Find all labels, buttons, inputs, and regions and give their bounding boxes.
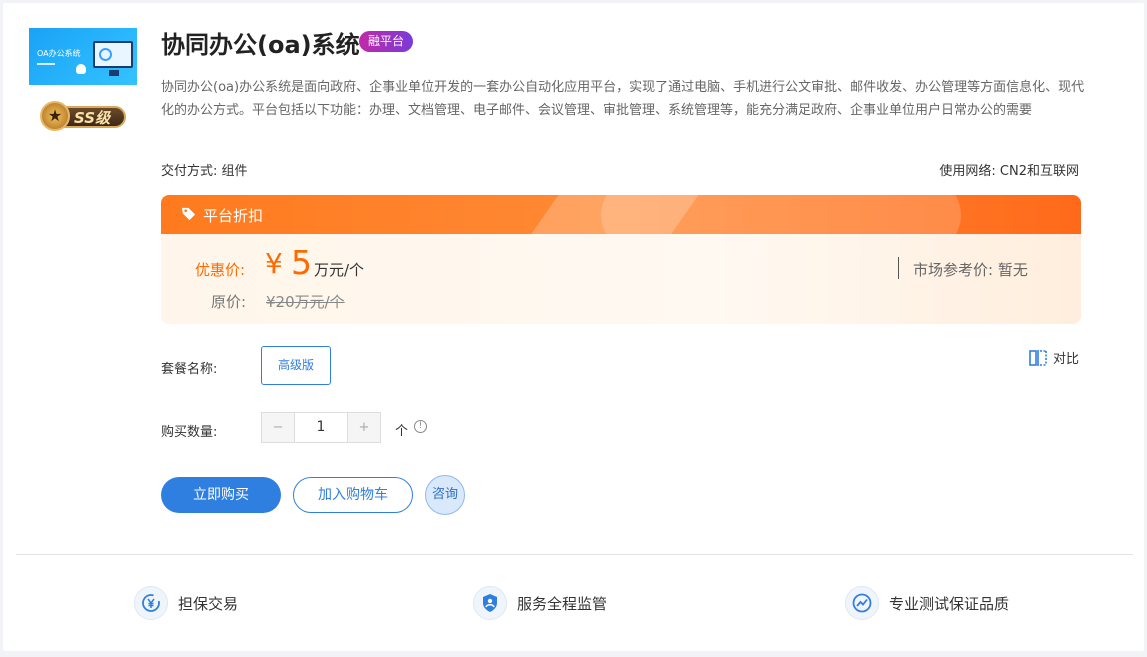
compare-icon [1029,349,1047,366]
feature-label: 专业测试保证品质 [889,594,1010,613]
feature-label: 服务全程监管 [517,594,608,613]
feature-label: 担保交易 [178,594,239,613]
consult-button[interactable]: 咨询 [425,475,465,515]
quantity-increase-button[interactable]: + [348,413,380,442]
product-thumbnail[interactable]: OA办公系统 [29,28,137,85]
plant-icon [76,64,86,74]
star-icon: ★ [40,101,70,131]
promo-price-value: 5 [291,243,312,282]
feature-full-supervision: 服务全程监管 [473,586,607,620]
discount-header-label: 平台折扣 [203,207,264,225]
compare-button[interactable]: 对比 [1029,348,1079,367]
quality-chart-icon [845,586,879,620]
price-tag-icon [181,207,196,221]
promo-currency: ¥ [265,247,283,280]
add-to-cart-button[interactable]: 加入购物车 [293,477,413,513]
quantity-label: 购买数量: [161,425,218,440]
product-description: 协同办公(oa)办公系统是面向政府、企事业单位开发的一套办公自动化应用平台，实现… [161,80,1085,118]
feature-guaranteed-trade: 担保交易 [134,586,238,620]
thumbnail-label: OA办公系统 [37,49,81,58]
product-title: 协同办公(oa)系统 [161,31,360,59]
yuan-shield-icon [134,586,168,620]
original-price-value: ¥20万元/个 [266,293,345,311]
feature-quality-testing: 专业测试保证品质 [845,586,1009,620]
promo-price-label: 优惠价: [195,261,246,279]
buy-now-button[interactable]: 立即购买 [161,477,281,513]
level-badge-text: SS级 [74,109,111,127]
product-card: OA办公系统 ★ SS级 协同办公(oa)系统 融平台 协同办公(oa)办公系统… [3,3,1144,651]
monitor-stand [109,70,119,76]
section-divider [16,554,1133,555]
package-option-advanced[interactable]: 高级版 [261,346,331,385]
price-panel-header: 平台折扣 [161,195,1081,234]
quantity-unit: 个 [395,424,409,439]
supervision-icon [473,586,507,620]
package-label: 套餐名称: [161,362,218,377]
quantity-input[interactable]: 1 [294,413,348,442]
promo-price-unit: 万元/个 [314,261,365,279]
price-panel: 平台折扣 优惠价: ¥ 5 万元/个 原价: ¥20万元/个 市场参考价: 暂无 [161,195,1081,324]
market-price-divider [898,257,899,279]
monitor-icon [93,41,133,68]
info-icon[interactable]: ! [414,420,427,433]
market-reference-price: 市场参考价: 暂无 [913,261,1028,279]
delivery-method: 交付方式: 组件 [161,164,248,179]
quantity-stepper: − 1 + [261,412,381,443]
quantity-decrease-button[interactable]: − [262,413,294,442]
platform-tag: 融平台 [359,31,414,52]
level-badge: ★ SS级 [40,101,128,131]
compare-label: 对比 [1052,352,1079,367]
original-price-label: 原价: [211,293,247,311]
network-type: 使用网络: CN2和互联网 [939,164,1079,179]
thumbnail-line [37,63,55,65]
